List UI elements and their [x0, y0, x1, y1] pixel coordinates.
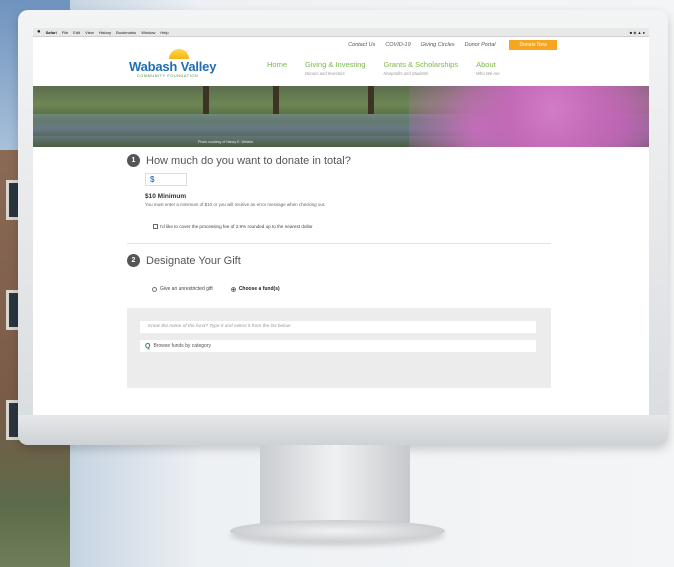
- monitor-chin: [18, 415, 668, 445]
- nav-item-giving-investing[interactable]: Giving & Investing Donors and Investors: [305, 60, 365, 76]
- step-number: 1: [127, 154, 140, 167]
- donation-amount-input[interactable]: $: [145, 173, 187, 186]
- menu-item[interactable]: History: [99, 30, 111, 35]
- currency-symbol: $: [150, 175, 155, 184]
- step-title: How much do you want to donate in total?: [146, 154, 351, 167]
- donate-now-button[interactable]: Donate Now: [509, 39, 557, 50]
- menu-item[interactable]: File: [62, 30, 68, 35]
- step-two-heading: 2 Designate Your Gift: [127, 254, 241, 267]
- hero-banner: Photo courtesy of Nancy E. Wetzler: [33, 86, 649, 147]
- contact-link[interactable]: Contact Us: [348, 42, 375, 48]
- logo-name: Wabash Valley: [129, 58, 217, 74]
- menu-item[interactable]: Bookmarks: [116, 30, 136, 35]
- os-menubar: ● Safari File Edit View History Bookmark…: [33, 28, 649, 37]
- fee-checkbox-label: I'd like to cover the processing fee of …: [160, 224, 313, 229]
- step-number: 2: [127, 254, 140, 267]
- photo-caption: Photo courtesy of Nancy E. Wetzler: [198, 140, 254, 144]
- step-one-heading: 1 How much do you want to donate in tota…: [127, 154, 351, 167]
- monitor-stand: [260, 445, 410, 525]
- apple-icon[interactable]: ●: [37, 29, 41, 35]
- browse-funds-label: Browse funds by category: [153, 343, 211, 349]
- menu-item[interactable]: Window: [141, 30, 155, 35]
- fund-selector-panel: Know the name of the fund? Type it and s…: [127, 308, 551, 388]
- browse-funds-dropdown[interactable]: Q Browse funds by category: [140, 340, 536, 352]
- nav-item-grants-scholarships[interactable]: Grants & Scholarships Nonprofits and Stu…: [383, 60, 458, 76]
- processing-fee-option[interactable]: I'd like to cover the processing fee of …: [153, 224, 313, 229]
- site-header: Wabash Valley COMMUNITY FOUNDATION Home …: [33, 48, 649, 86]
- redbud-blossoms: [409, 86, 649, 147]
- logo-subtitle: COMMUNITY FOUNDATION: [137, 73, 199, 78]
- status-icons: ■ ◈ ▲ ●: [629, 29, 645, 35]
- giving-circles-link[interactable]: Giving Circles: [421, 42, 455, 48]
- donor-portal-link[interactable]: Donor Portal: [465, 42, 496, 48]
- menu-item[interactable]: View: [85, 30, 94, 35]
- nav-item-about[interactable]: About Who We Are: [476, 60, 500, 76]
- tree-trunk: [273, 86, 279, 114]
- menu-item[interactable]: Edit: [73, 30, 80, 35]
- choose-fund-radio[interactable]: Choose a fund(s): [230, 286, 280, 292]
- sun-icon: [169, 48, 189, 59]
- tree-trunk: [368, 86, 374, 114]
- section-divider: [127, 243, 551, 244]
- minimum-help-text: You must enter a minimum of $10 or you w…: [145, 202, 326, 207]
- fee-checkbox[interactable]: [153, 224, 158, 229]
- main-nav: Home Giving & Investing Donors and Inves…: [267, 60, 500, 76]
- screen: ● Safari File Edit View History Bookmark…: [33, 28, 649, 415]
- fund-search-input[interactable]: Know the name of the fund? Type it and s…: [140, 321, 536, 333]
- step-title: Designate Your Gift: [146, 254, 241, 267]
- minimum-label: $10 Minimum: [145, 193, 187, 200]
- menu-item[interactable]: Help: [160, 30, 168, 35]
- nav-item-home[interactable]: Home: [267, 60, 287, 76]
- covid-link[interactable]: COVID-19: [385, 42, 410, 48]
- menu-item[interactable]: Safari: [46, 30, 57, 35]
- monitor-stand-base: [230, 520, 445, 542]
- logo[interactable]: Wabash Valley COMMUNITY FOUNDATION: [129, 48, 247, 78]
- search-icon: Q: [145, 342, 151, 350]
- tree-trunk: [203, 86, 209, 114]
- gift-type-options: Give an unrestricted gift Choose a fund(…: [152, 286, 280, 292]
- utility-links: Contact Us COVID-19 Giving Circles Donor…: [33, 37, 649, 50]
- unrestricted-gift-radio[interactable]: Give an unrestricted gift: [152, 286, 213, 292]
